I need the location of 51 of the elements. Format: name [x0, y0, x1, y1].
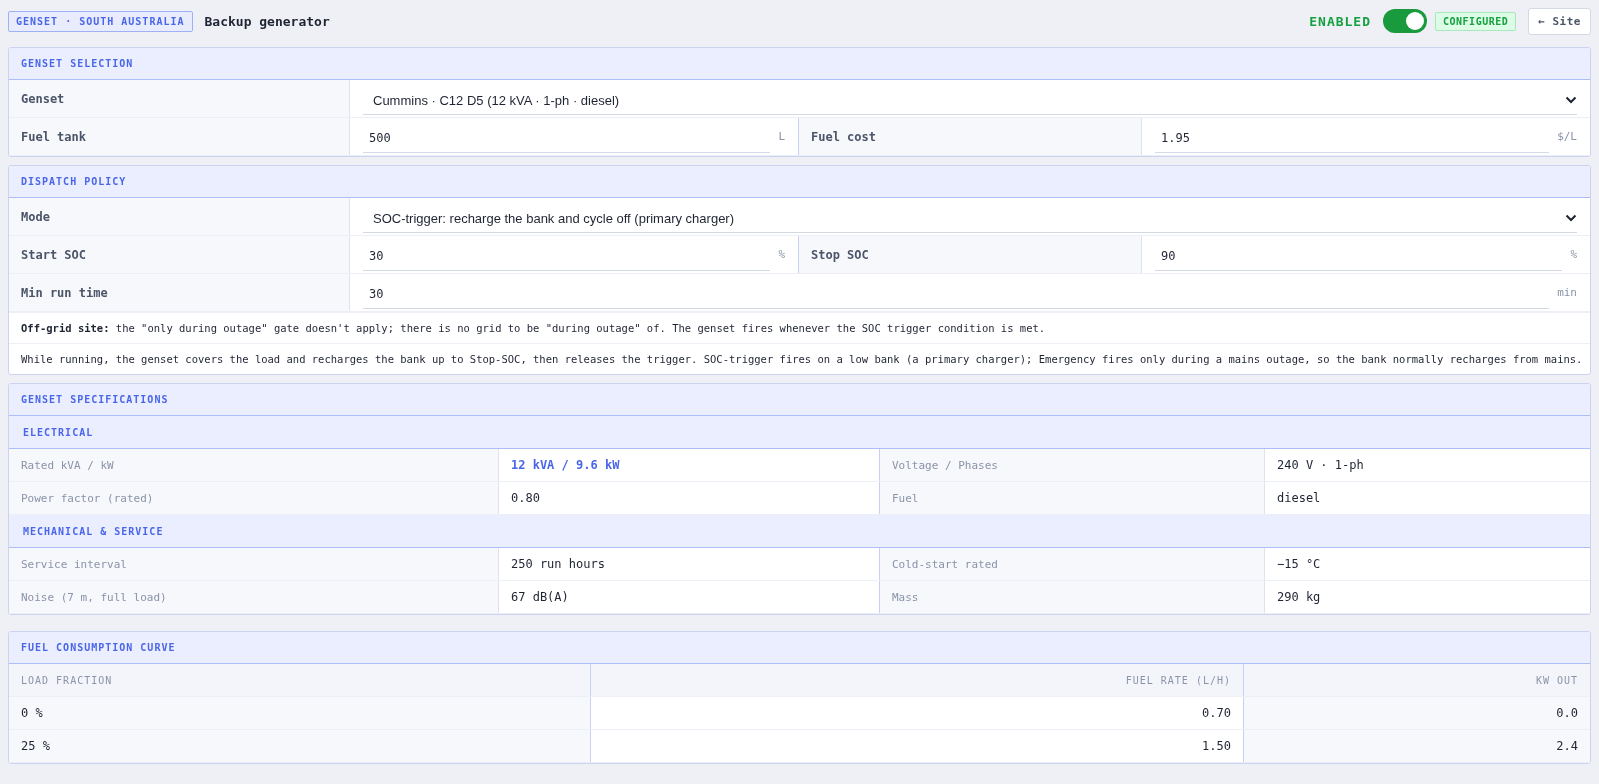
note-text: While running, the genset covers the load and recharges the bank up to Stop-SOC, then releases the trigger. SOC-trigger fires on a low bank (a primary charger); Emergency fires only during a mains outage, so the bank normally recharges from mains.: [9, 343, 1590, 374]
back-button[interactable]: ← Site: [1528, 7, 1591, 35]
spec-value: diesel: [1276, 490, 1322, 507]
chevron-down-icon: [1565, 96, 1577, 104]
number-input[interactable]: 30: [363, 242, 771, 271]
field-label: Start SOC: [9, 236, 350, 273]
table-cell: 2.4: [1244, 730, 1590, 762]
number-input[interactable]: 90: [1155, 242, 1563, 271]
spec-value: 240 V · 1-ph: [1276, 457, 1365, 474]
table-cell: 0.0: [1244, 697, 1590, 729]
section-title: GENSET SELECTION: [21, 58, 134, 69]
field-label: Fuel tank: [9, 118, 350, 155]
section-title: GENSET SPECIFICATIONS: [21, 394, 169, 405]
subsection-title: MECHANICAL & SERVICE: [23, 525, 164, 537]
unit-label: %: [1570, 248, 1577, 261]
spec-label: Service interval: [9, 548, 499, 580]
field-label: Mode: [9, 198, 350, 235]
unit-label: %: [778, 248, 785, 261]
spec-value: 290 kg: [1276, 589, 1322, 606]
number-input[interactable]: 500: [363, 124, 771, 153]
status-badge: CONFIGURED: [1435, 11, 1517, 31]
field-label: Fuel cost: [798, 118, 1142, 155]
table-cell: 0 %: [9, 697, 591, 729]
field-label: Genset: [9, 80, 350, 117]
page-title: Backup generator: [204, 13, 330, 29]
spec-label: Power factor (rated): [9, 482, 499, 514]
spec-label: Voltage / Phases: [880, 449, 1265, 481]
field-label: Min run time: [9, 274, 350, 311]
unit-label: L: [778, 130, 785, 143]
spec-label: Mass: [880, 581, 1265, 613]
genset-select[interactable]: Cummins · C12 D5 (12 kVA · 1-ph · diesel): [363, 86, 1577, 115]
section-title: DISPATCH POLICY: [21, 176, 127, 187]
subsection-title: ELECTRICAL: [23, 426, 94, 438]
field-label: Stop SOC: [798, 236, 1142, 273]
enabled-toggle[interactable]: [1383, 9, 1428, 33]
number-input[interactable]: 30: [363, 280, 1550, 309]
chevron-down-icon: [1565, 214, 1577, 222]
section-title: FUEL CONSUMPTION CURVE: [21, 642, 176, 653]
unit-label: min: [1557, 286, 1577, 299]
spec-label: Rated kVA / kW: [9, 449, 499, 481]
spec-label: Noise (7 m, full load): [9, 581, 499, 613]
number-input[interactable]: 1.95: [1155, 124, 1550, 153]
table-cell: 25 %: [9, 730, 591, 762]
context-tag: GENSET · SOUTH AUSTRALIA: [8, 10, 193, 32]
note-text: Off-grid site: the "only during outage" gate doesn't apply; there is no grid to be "during outage" of. The genset fires whenever the SOC trigger condition is met.: [9, 312, 1590, 343]
status-label: ENABLED: [1309, 13, 1372, 29]
unit-label: $/L: [1557, 130, 1577, 143]
spec-label: Fuel: [880, 482, 1265, 514]
spec-value: −15 °C: [1276, 556, 1322, 573]
spec-label: Cold-start rated: [880, 548, 1265, 580]
mode-select[interactable]: SOC-trigger: recharge the bank and cycle off (primary charger): [363, 204, 1577, 233]
